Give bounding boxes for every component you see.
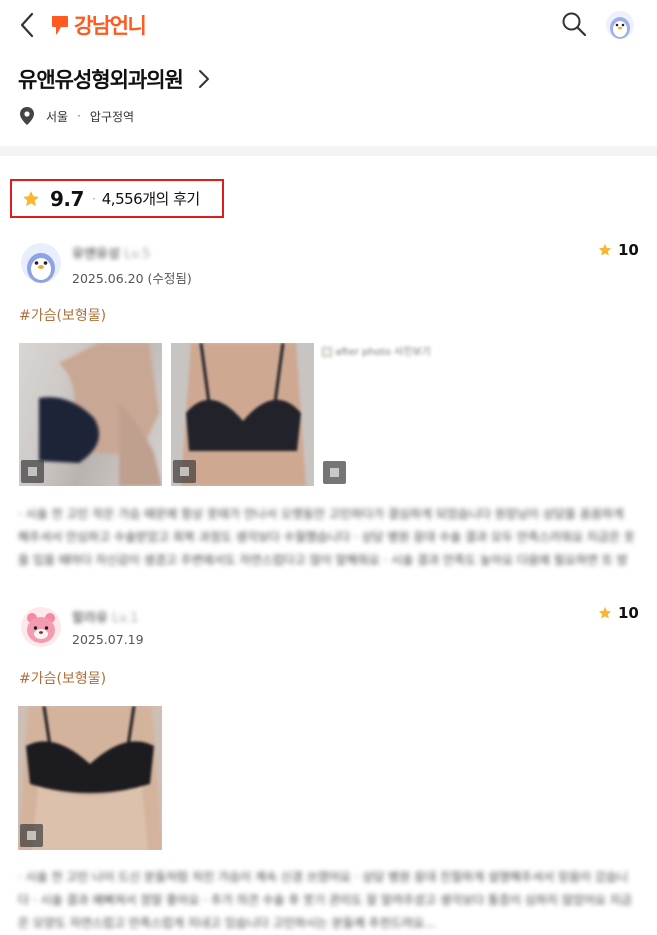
- review-date: 2025.07.19: [72, 632, 144, 647]
- review-date: 2025.06.20 (수정됨): [72, 271, 192, 286]
- hospital-title-link[interactable]: 유앤유성형외과의원: [18, 62, 211, 96]
- photo-icon-button[interactable]: [323, 459, 348, 484]
- photo-icon: [20, 824, 43, 847]
- rating-separator: ·: [91, 191, 96, 206]
- review-score: 10: [598, 241, 639, 259]
- chevron-right-icon: [198, 70, 209, 88]
- top-bar: 강남언니: [0, 0, 657, 50]
- logo-mark-icon: [52, 16, 68, 35]
- rating-summary: 9.7 · 4,556개의 후기: [10, 179, 224, 218]
- reviewer-name: 랄라유 Lv.1: [72, 611, 139, 626]
- reviewer-avatar: [21, 607, 61, 647]
- hospital-name: 유앤유성형외과의원: [18, 68, 184, 92]
- section-divider: [0, 146, 657, 156]
- review-tag[interactable]: #가슴(보형물): [19, 668, 106, 688]
- review-tag[interactable]: #가슴(보형물): [19, 305, 106, 325]
- penguin-avatar-icon: [610, 17, 630, 39]
- review-count: 4,556개의 후기: [101, 190, 200, 208]
- review-body: · 시술 전 고민 나이 드신 분들처럼 처진 가슴이 계속 신경 쓰였어요 ·…: [18, 870, 632, 930]
- app-logo[interactable]: 강남언니: [50, 10, 147, 40]
- broken-image-alt-text: after photo 사진보기: [322, 343, 472, 383]
- search-button[interactable]: [560, 10, 588, 38]
- review-photo[interactable]: [18, 706, 162, 850]
- profile-avatar[interactable]: [606, 11, 634, 39]
- penguin-avatar-icon: [27, 253, 55, 283]
- location-area: 압구정역: [89, 109, 135, 124]
- reviewer-name: 유앤유성 Lv.5: [72, 247, 151, 262]
- photo-icon: [21, 460, 44, 483]
- star-icon: [598, 606, 612, 619]
- star-icon: [23, 190, 39, 206]
- location-pin-icon: [20, 107, 34, 125]
- logo-text: 강남언니: [74, 14, 147, 38]
- location-separator: ·: [77, 109, 81, 123]
- photo-icon: [173, 460, 196, 483]
- search-icon: [562, 12, 587, 37]
- chevron-left-icon: [20, 12, 34, 38]
- review-photo[interactable]: [171, 343, 314, 486]
- hospital-location: 서울 · 압구정역: [20, 104, 134, 128]
- review-photo[interactable]: [19, 343, 162, 486]
- rating-score: 9.7: [50, 186, 84, 211]
- review-body: · 시술 전 고민 작은 가슴 때문에 항상 옷태가 안나서 오랫동안 고민하다…: [18, 507, 635, 567]
- review-score: 10: [598, 604, 639, 622]
- bear-avatar-icon: [27, 613, 55, 643]
- reviewer-avatar: [21, 243, 61, 283]
- location-city: 서울: [46, 109, 69, 124]
- star-icon: [598, 243, 612, 256]
- photo-icon: [323, 461, 346, 484]
- back-button[interactable]: [14, 8, 44, 42]
